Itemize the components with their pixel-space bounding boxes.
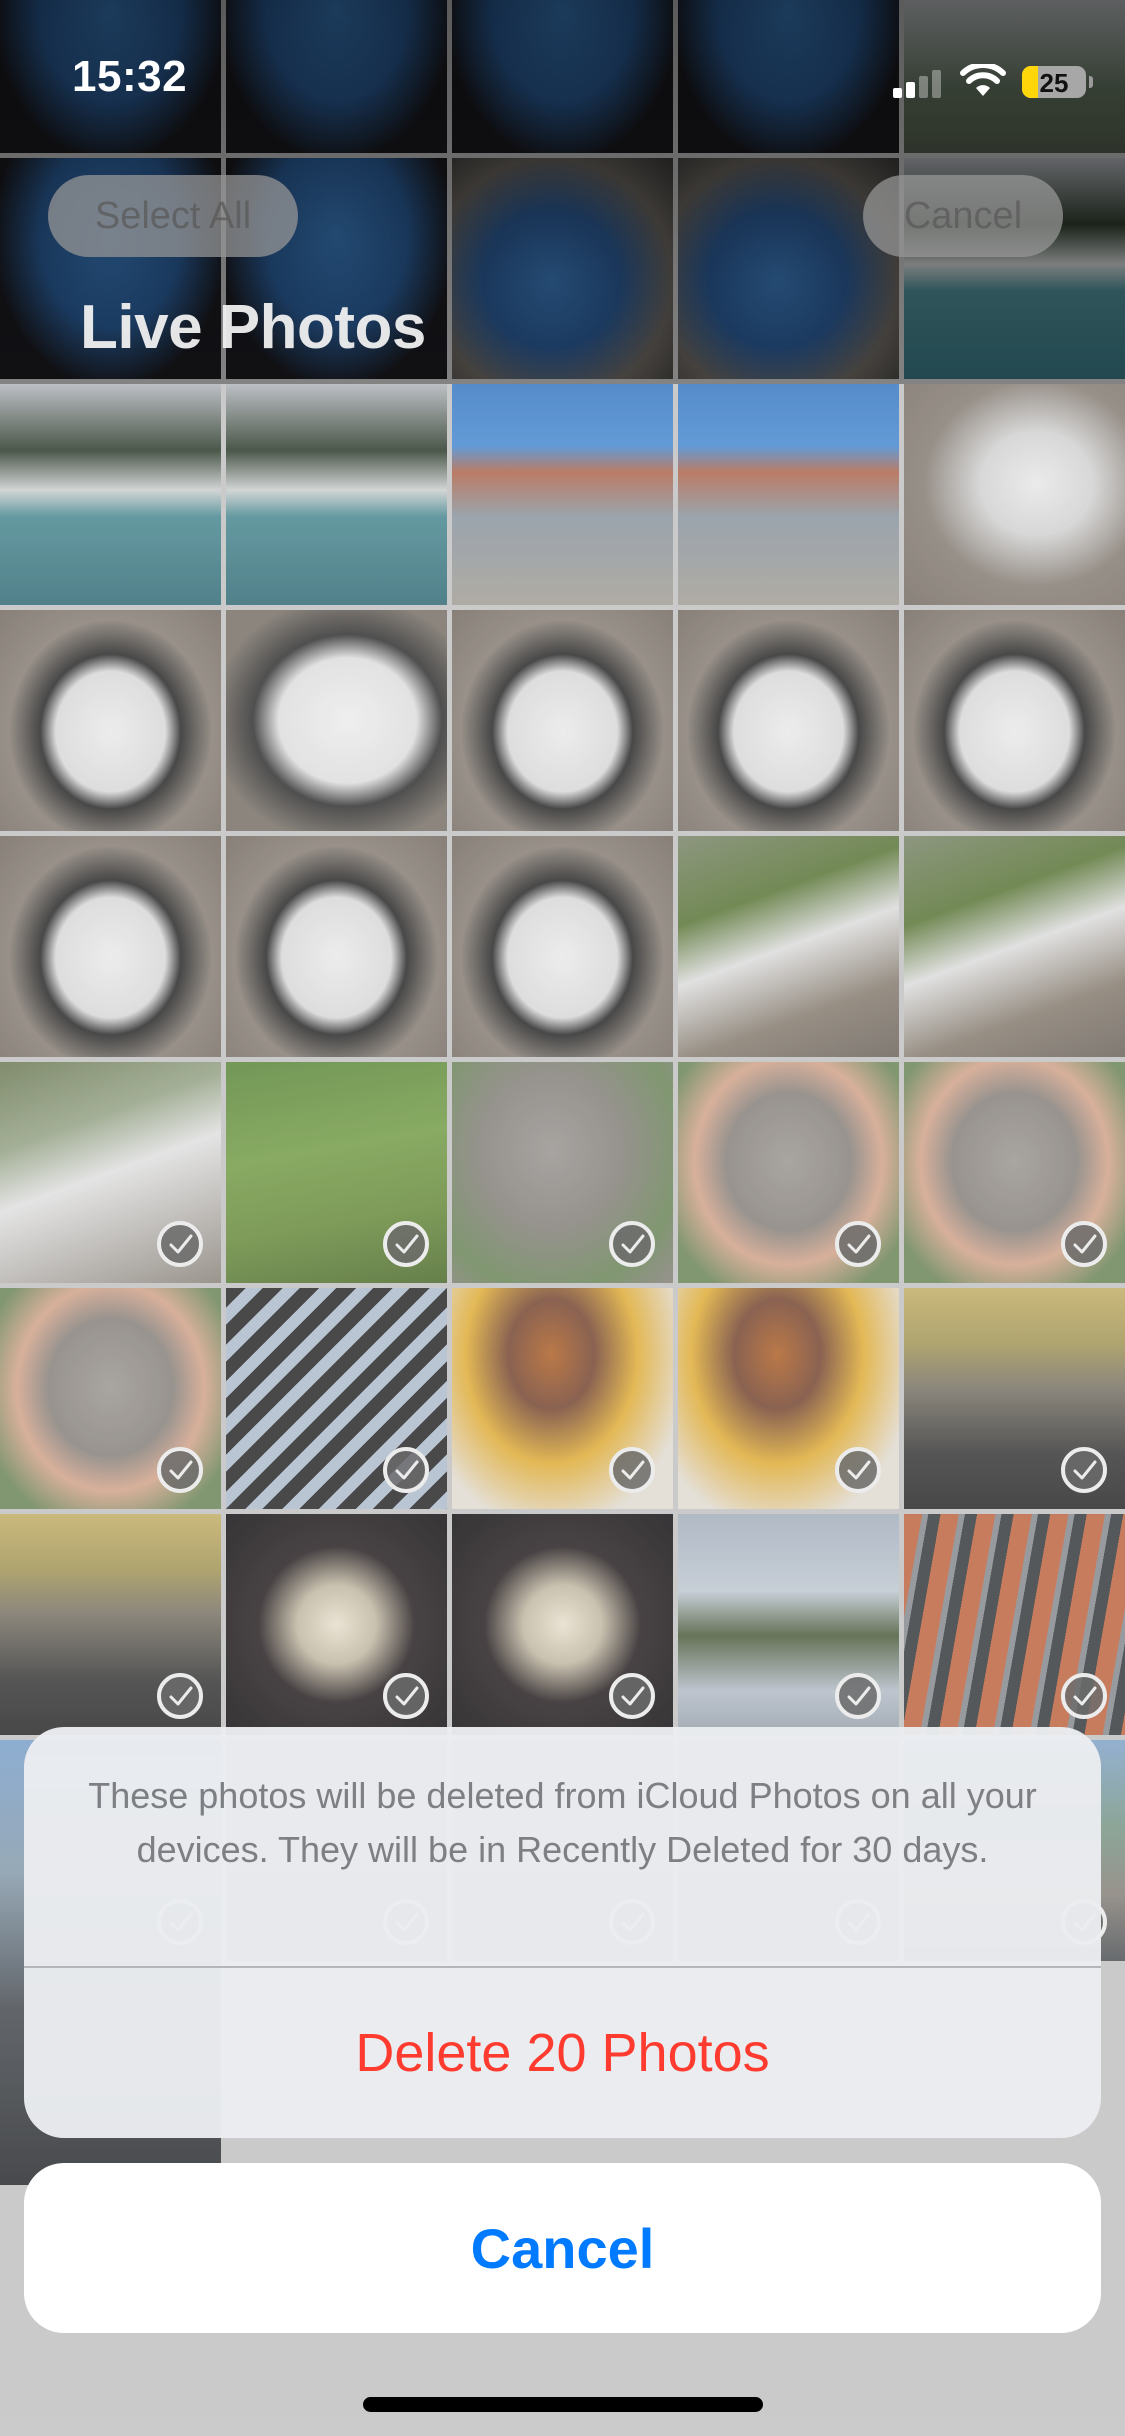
signal-bar <box>893 88 902 98</box>
signal-bar <box>906 82 915 98</box>
cancel-selection-button[interactable]: Cancel <box>863 175 1063 257</box>
battery-icon: 25 <box>1022 66 1086 98</box>
sheet-cancel-button[interactable]: Cancel <box>24 2163 1101 2333</box>
home-indicator[interactable] <box>363 2397 763 2412</box>
delete-photos-button[interactable]: Delete 20 Photos <box>24 1968 1101 2138</box>
select-all-button[interactable]: Select All <box>48 175 298 257</box>
signal-bar <box>919 76 928 98</box>
sheet-message: These photos will be deleted from iCloud… <box>88 1775 1037 1870</box>
cellular-signal-icon <box>893 70 943 98</box>
battery-percent: 25 <box>1039 68 1069 98</box>
status-time: 15:32 <box>72 52 188 101</box>
wifi-icon <box>960 62 1006 103</box>
status-bar: 15:32 25 <box>0 0 1125 140</box>
signal-bar <box>932 70 941 98</box>
album-title: Live Photos <box>80 293 426 362</box>
delete-confirmation-sheet: These photos will be deleted from iCloud… <box>24 1727 1101 2138</box>
battery-tip <box>1089 76 1093 88</box>
